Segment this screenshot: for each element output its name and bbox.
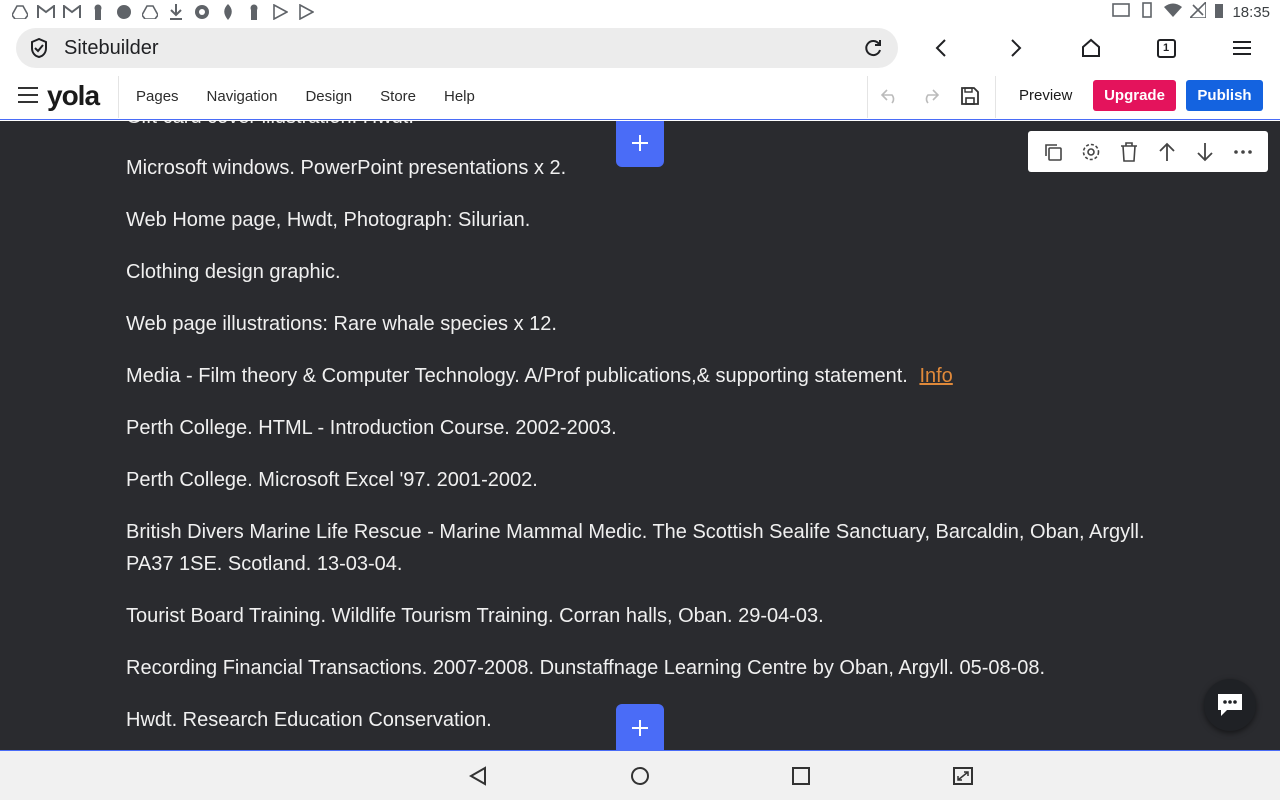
text-line[interactable]: Microsoft windows. PowerPoint presentati… [126,152,566,184]
divider [995,76,996,118]
main-menu: Pages Navigation Design Store Help [136,72,503,120]
text-line[interactable]: Perth College. Microsoft Excel '97. 2001… [126,464,538,496]
more-options-icon[interactable] [1231,140,1255,164]
system-icons: 18:35 [1112,0,1270,22]
forward-icon[interactable] [1002,34,1030,62]
shield-icon[interactable] [28,37,50,59]
recents-square-icon[interactable] [790,765,812,787]
trash-icon[interactable] [1117,140,1141,164]
screen-rotate-icon[interactable] [952,765,974,787]
divider [118,76,119,118]
home-icon[interactable] [1077,34,1105,62]
menu-help[interactable]: Help [444,88,475,105]
chat-button[interactable] [1204,679,1256,731]
undo-icon[interactable] [878,84,902,108]
add-block-button[interactable] [616,121,664,167]
play-icon [270,4,290,20]
drive-icon [10,4,30,20]
gmail-icon [36,4,56,20]
aperture-icon [192,4,212,20]
divider [867,76,868,118]
text-line[interactable]: Recording Financial Transactions. 2007-2… [126,652,1045,684]
editor-canvas[interactable]: Gift card cover illustration. Hwdt. Micr… [0,121,1280,751]
browser-menu-icon[interactable] [1228,34,1256,62]
text-line[interactable]: Clothing design graphic. [126,256,341,288]
keyhole-icon [88,4,108,20]
plus-icon [632,135,648,151]
preview-button[interactable]: Preview [1019,87,1072,104]
vibrate-icon [1138,2,1156,22]
hamburger-menu-icon[interactable] [18,86,38,104]
menu-pages[interactable]: Pages [136,88,179,105]
text-line[interactable]: PA37 1SE. Scotland. 13-03-04. [126,548,402,580]
gmail-icon [62,4,82,20]
notification-icons [10,4,316,20]
home-circle-icon[interactable] [629,765,651,787]
android-status-bar: 18:35 [0,0,1280,24]
tab-count: 1 [1156,38,1176,58]
clock: 18:35 [1232,3,1270,21]
yola-logo[interactable]: yola [47,80,100,112]
publish-button[interactable]: Publish [1186,80,1263,111]
android-icon [114,4,134,20]
back-icon[interactable] [927,34,955,62]
download-icon [166,4,186,20]
move-up-icon[interactable] [1155,140,1179,164]
reload-icon[interactable] [860,35,886,61]
redo-icon[interactable] [918,84,942,108]
url-text[interactable]: Sitebuilder [64,37,860,60]
browser-toolbar: Sitebuilder 1 [0,24,1280,72]
drive-icon [140,4,160,20]
address-bar[interactable]: Sitebuilder [16,28,898,68]
cast-icon [1112,3,1131,21]
play-icon [296,4,316,20]
info-link[interactable]: Info [919,365,952,387]
block-toolbar [1028,131,1268,172]
menu-store[interactable]: Store [380,88,416,105]
save-icon[interactable] [958,84,982,108]
plus-icon [632,720,648,736]
android-nav-bar [0,751,1280,800]
wifi-icon [1164,3,1183,21]
battery-icon [1214,2,1224,22]
back-triangle-icon[interactable] [467,765,489,787]
text-line[interactable]: Perth College. HTML - Introduction Cours… [126,412,617,444]
move-down-icon[interactable] [1193,140,1217,164]
sitebuilder-toolbar: yola Pages Navigation Design Store Help … [0,72,1280,120]
upgrade-button[interactable]: Upgrade [1093,80,1176,111]
text-line[interactable]: Hwdt. Research Education Conservation. [126,704,492,736]
media-line[interactable]: Media - Film theory & Computer Technolog… [126,360,953,392]
text-line[interactable]: Tourist Board Training. Wildlife Tourism… [126,600,824,632]
duplicate-icon[interactable] [1041,140,1065,164]
media-text: Media - Film theory & Computer Technolog… [126,365,908,387]
add-block-button[interactable] [616,704,664,751]
menu-design[interactable]: Design [305,88,352,105]
text-line[interactable]: Web page illustrations: Rare whale speci… [126,308,557,340]
keyhole-icon [244,4,264,20]
text-line[interactable]: Web Home page, Hwdt, Photograph: Siluria… [126,204,530,236]
tabs-icon[interactable]: 1 [1152,34,1180,62]
text-line[interactable]: Gift card cover illustration. Hwdt. [126,121,414,133]
leaf-icon [218,4,238,20]
no-signal-icon [1188,0,1208,22]
text-line[interactable]: British Divers Marine Life Rescue - Mari… [126,516,1145,548]
menu-navigation[interactable]: Navigation [207,88,278,105]
chat-bubble-icon [1218,694,1242,716]
settings-gear-icon[interactable] [1079,140,1103,164]
